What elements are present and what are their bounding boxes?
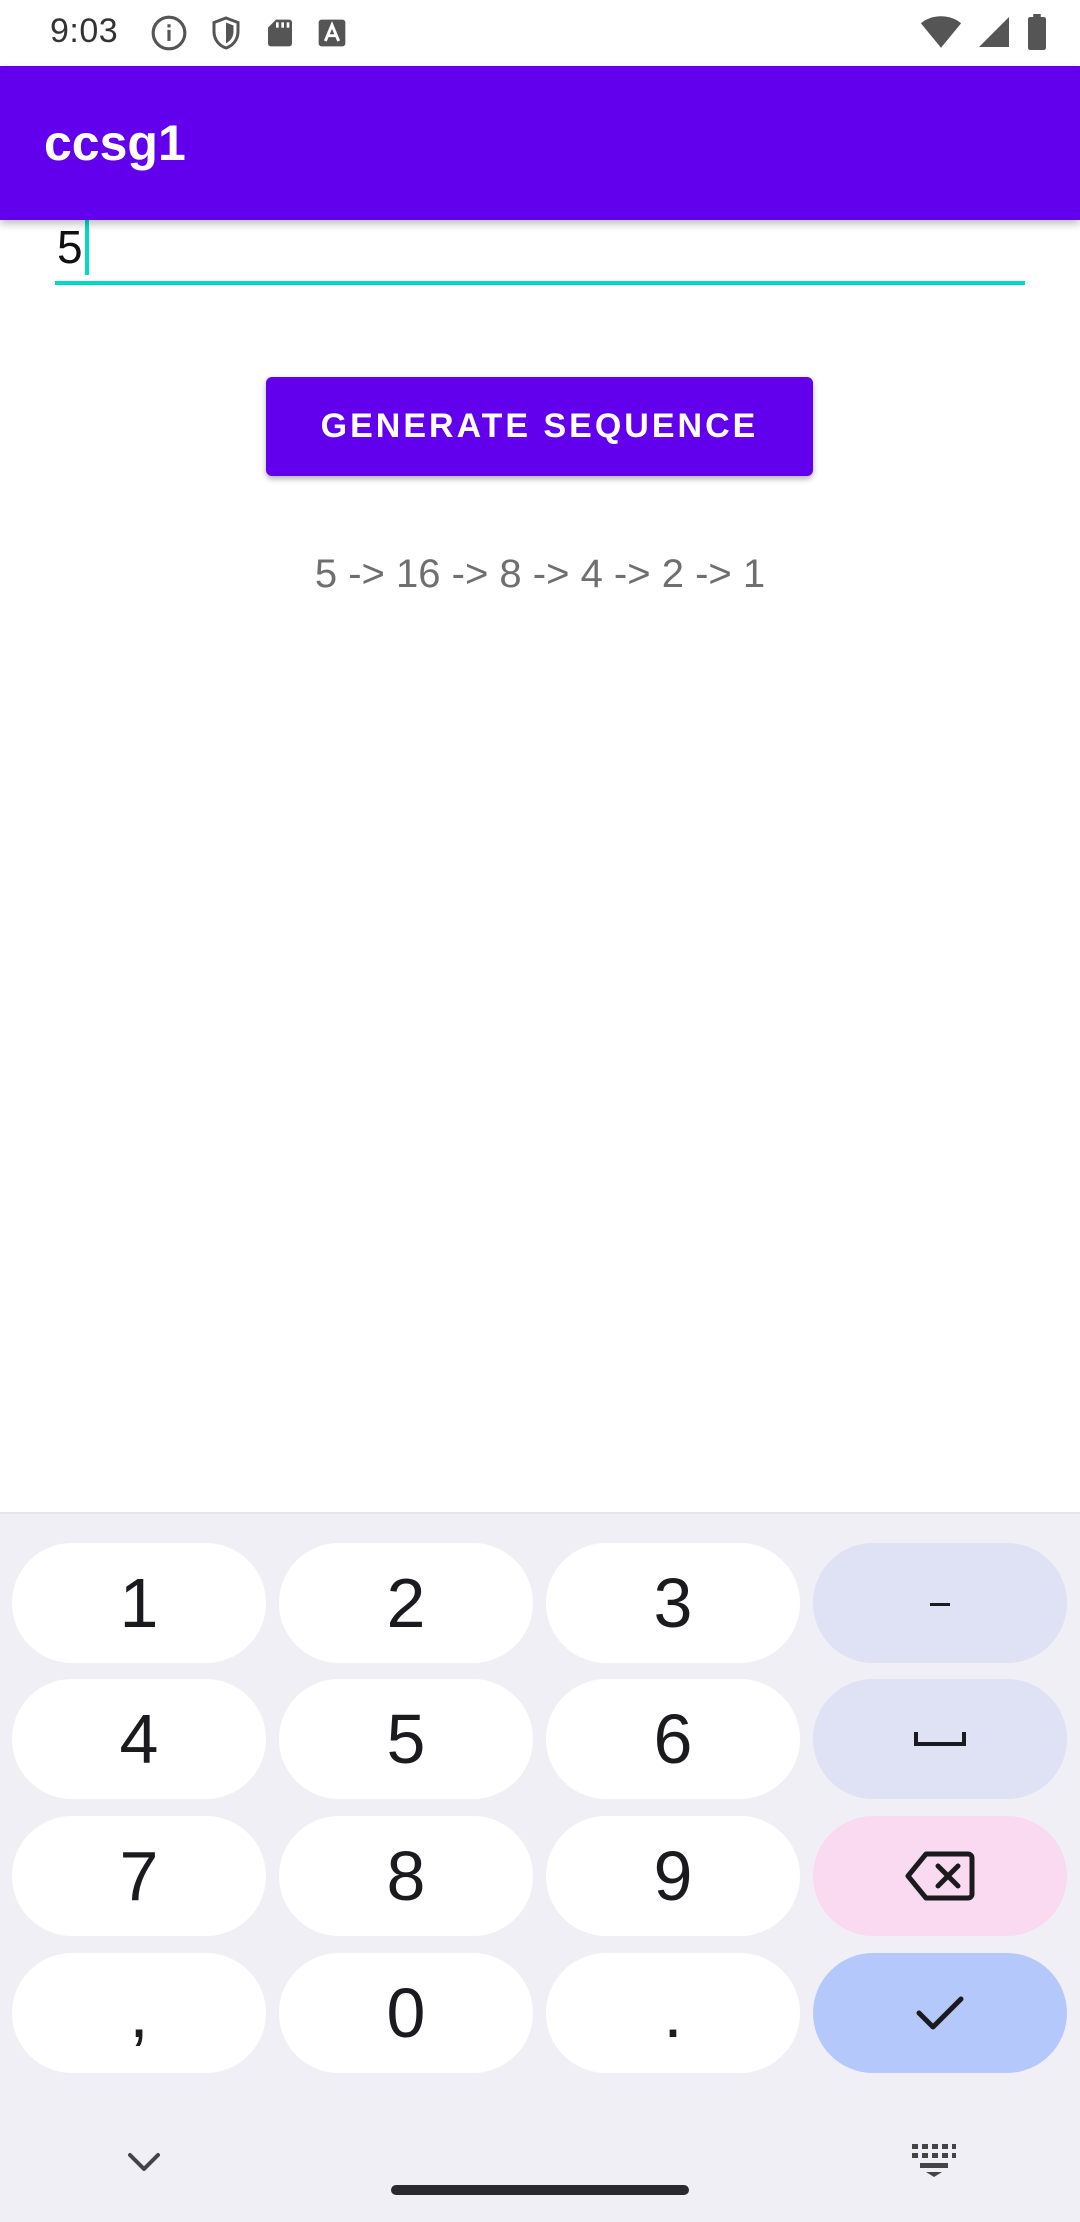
check-icon: [916, 1996, 964, 2030]
key-period[interactable]: .: [546, 1953, 800, 2073]
text-cursor: [84, 219, 89, 275]
input-value-wrap: 5: [57, 219, 89, 275]
key-done[interactable]: [813, 1953, 1067, 2073]
key-2[interactable]: 2: [279, 1543, 533, 1663]
backspace-icon: [905, 1851, 975, 1901]
battery-icon: [1028, 14, 1046, 50]
shield-icon: [212, 16, 240, 50]
app-title: ccsg1: [44, 115, 186, 171]
app-bar: ccsg1: [0, 66, 1080, 220]
sd-card-icon: [268, 19, 292, 47]
key-6[interactable]: 6: [546, 1679, 800, 1799]
key-1[interactable]: 1: [12, 1543, 266, 1663]
signal-icon: [979, 17, 1009, 47]
key-9[interactable]: 9: [546, 1816, 800, 1936]
generate-sequence-button[interactable]: GENERATE SEQUENCE: [266, 377, 813, 476]
key-0[interactable]: 0: [279, 1953, 533, 2073]
key-comma[interactable]: ,: [12, 1953, 266, 2073]
wifi-icon: [920, 16, 962, 48]
sequence-result: 5 -> 16 -> 8 -> 4 -> 2 -> 1: [314, 552, 766, 596]
key-space[interactable]: [813, 1679, 1067, 1799]
keyboard-icon[interactable]: [910, 2142, 958, 2178]
space-icon: [914, 1732, 966, 1746]
status-notification-icons: [150, 14, 348, 52]
key-3[interactable]: 3: [546, 1543, 800, 1663]
key-4[interactable]: 4: [12, 1679, 266, 1799]
key-7[interactable]: 7: [12, 1816, 266, 1936]
key-8[interactable]: 8: [279, 1816, 533, 1936]
home-indicator[interactable]: [391, 2185, 689, 2195]
minus-icon: [930, 1603, 950, 1606]
numeric-keyboard: 1 2 3 4 5 6 7 8 9 , 0 .: [0, 1512, 1080, 2222]
number-input[interactable]: 5: [55, 215, 1025, 285]
status-time: 9:03: [50, 12, 119, 50]
status-system-icons: [920, 14, 1048, 50]
key-minus[interactable]: [813, 1543, 1067, 1663]
key-backspace[interactable]: [813, 1816, 1067, 1936]
status-bar: 9:03: [0, 0, 1080, 66]
info-icon: [151, 15, 187, 51]
font-a-icon: [318, 19, 346, 47]
input-underline: [55, 281, 1025, 285]
chevron-down-icon[interactable]: [122, 2147, 166, 2177]
key-5[interactable]: 5: [279, 1679, 533, 1799]
input-value: 5: [57, 221, 83, 273]
